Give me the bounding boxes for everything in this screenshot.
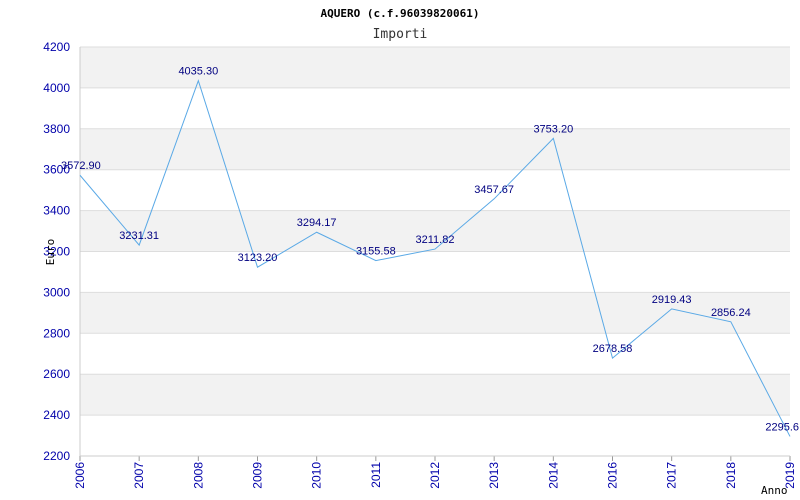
x-tick-label: 2007: [132, 462, 146, 489]
data-label: 3123.20: [238, 252, 278, 264]
plot-band: [80, 87, 790, 129]
y-tick-label: 3400: [43, 204, 70, 218]
plot-band: [80, 128, 790, 170]
data-label: 3155.58: [356, 246, 396, 258]
y-tick-label: 4200: [43, 40, 70, 54]
plot-band: [80, 415, 790, 456]
y-tick-label: 4000: [43, 81, 70, 95]
x-tick-label: 2009: [251, 462, 265, 489]
y-axis-label: Euro: [44, 239, 57, 266]
y-tick-label: 3000: [43, 285, 70, 299]
y-tick-label: 2800: [43, 326, 70, 340]
data-label: 2295.6: [765, 421, 799, 433]
plot-band: [80, 374, 790, 416]
data-label: 3572.90: [61, 160, 101, 172]
chart-subtitle: Importi: [373, 27, 428, 42]
line-chart: AQUERO (c.f.96039820061) Importi 2200 240…: [43, 7, 799, 497]
data-label: 3294.17: [297, 217, 337, 229]
x-axis-label: Anno: [761, 484, 788, 497]
data-label: 2678.58: [593, 343, 633, 355]
x-tick-label: 2008: [191, 462, 205, 489]
x-tick-label: 2006: [73, 462, 87, 489]
data-label: 2919.43: [652, 294, 692, 306]
data-label: 4035.30: [178, 66, 218, 78]
data-label: 3211.82: [416, 234, 455, 246]
data-label: 2856.24: [711, 307, 751, 319]
chart-title: AQUERO (c.f.96039820061): [321, 7, 480, 20]
x-tick-label: 2012: [428, 462, 442, 489]
data-label: 3231.31: [119, 230, 159, 242]
y-tick-label: 2400: [43, 408, 70, 422]
y-tick-label: 2200: [43, 449, 70, 463]
x-tick-label: 2014: [546, 462, 560, 489]
x-tick-label: 2013: [487, 462, 501, 489]
plot-band: [80, 169, 790, 211]
data-label: 3457.67: [474, 184, 514, 196]
plot-band: [80, 333, 790, 375]
x-tick-label: 2011: [369, 462, 383, 488]
x-tick-label: 2016: [606, 462, 620, 489]
x-tick-label: 2018: [724, 462, 738, 489]
y-tick-label: 3800: [43, 122, 70, 136]
y-tick-label: 2600: [43, 367, 70, 381]
x-tick-label: 2017: [665, 462, 679, 489]
x-tick-labels: 2006 2007 2008 2009 2010 2011 2012 2013 2014 2016…: [73, 462, 797, 489]
plot-band: [80, 251, 790, 293]
x-tick-label: 2010: [310, 462, 324, 489]
data-label: 3753.20: [533, 123, 573, 135]
